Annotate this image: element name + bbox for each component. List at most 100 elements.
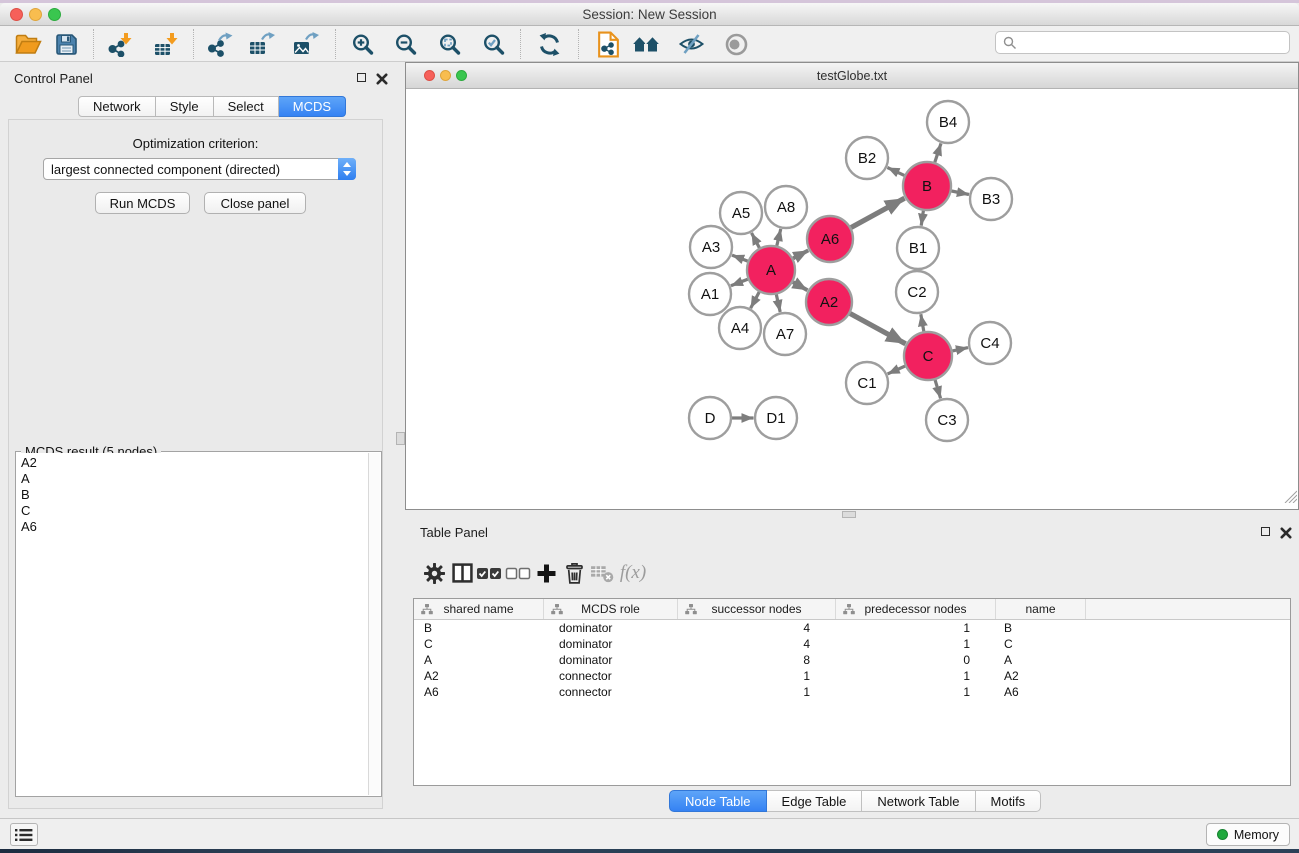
graph-node-B4[interactable]: B4 [927, 101, 969, 143]
graph-edge-B-B2[interactable] [887, 168, 904, 176]
optimization-criterion-select[interactable]: largest connected component (directed) [43, 158, 356, 180]
table-tab-motifs[interactable]: Motifs [976, 790, 1042, 812]
table-cell-successor-nodes[interactable]: 8 [678, 652, 836, 668]
import-table-icon[interactable] [151, 30, 181, 58]
graph-node-A1[interactable]: A1 [689, 273, 731, 315]
table-tab-node-table[interactable]: Node Table [669, 790, 767, 812]
table-cell-shared-name[interactable]: C [414, 636, 544, 652]
delete-column-trash-icon[interactable] [561, 560, 587, 586]
run-mcds-button[interactable]: Run MCDS [95, 192, 190, 214]
control-panel-float-icon[interactable] [357, 73, 366, 82]
graph-node-A8[interactable]: A8 [765, 186, 807, 228]
table-row[interactable]: A6connector11A6 [414, 684, 1290, 700]
table-cell-successor-nodes[interactable]: 1 [678, 684, 836, 700]
table-cell-predecessor-nodes[interactable]: 1 [836, 684, 996, 700]
table-cell-mcds-role[interactable]: dominator [544, 636, 678, 652]
graph-node-A2[interactable]: A2 [806, 279, 852, 325]
table-cell-mcds-role[interactable]: connector [544, 668, 678, 684]
table-cell-shared-name[interactable]: B [414, 620, 544, 636]
graph-node-B2[interactable]: B2 [846, 137, 888, 179]
graph-node-C[interactable]: C [904, 332, 952, 380]
control-tab-network[interactable]: Network [78, 96, 156, 117]
create-column-plus-icon[interactable] [533, 560, 559, 586]
deselect-all-columns-icon[interactable] [505, 560, 531, 586]
graph-edge-A2-C[interactable] [850, 314, 906, 344]
graph-edge-B-B1[interactable] [921, 211, 923, 226]
table-cell-mcds-role[interactable]: connector [544, 684, 678, 700]
table-cell-name[interactable]: A2 [996, 668, 1086, 684]
table-panel-close-icon[interactable] [1280, 526, 1292, 538]
graph-node-A5[interactable]: A5 [720, 192, 762, 234]
graph-node-A7[interactable]: A7 [764, 313, 806, 355]
home-icon[interactable] [631, 30, 661, 58]
table-cell-predecessor-nodes[interactable]: 1 [836, 620, 996, 636]
mcds-result-item[interactable]: A2 [17, 455, 368, 471]
table-cell-successor-nodes[interactable]: 4 [678, 636, 836, 652]
select-all-columns-icon[interactable] [476, 560, 502, 586]
table-cell-name[interactable]: B [996, 620, 1086, 636]
graph-node-A[interactable]: A [747, 246, 795, 294]
table-row[interactable]: Bdominator41B [414, 620, 1290, 636]
graph-node-C1[interactable]: C1 [846, 362, 888, 404]
import-network-icon[interactable] [105, 30, 135, 58]
column-header-predecessor-nodes[interactable]: predecessor nodes [836, 599, 996, 619]
table-cell-predecessor-nodes[interactable]: 1 [836, 668, 996, 684]
mcds-result-list[interactable]: A2ABCA6 [17, 453, 368, 795]
refresh-icon[interactable] [534, 30, 564, 58]
graph-edge-A-A3[interactable] [732, 255, 748, 261]
mcds-result-item[interactable]: B [17, 487, 368, 503]
table-cell-name[interactable]: C [996, 636, 1086, 652]
graph-edge-B-B4[interactable] [935, 143, 941, 162]
memory-button[interactable]: Memory [1206, 823, 1290, 846]
graph-edge-C-C1[interactable] [888, 366, 906, 374]
vertical-splitter-grip[interactable] [396, 432, 405, 445]
search-input[interactable] [1022, 36, 1289, 50]
graph-edge-A6-B[interactable] [851, 198, 905, 227]
zoom-selected-icon[interactable] [478, 30, 508, 58]
close-panel-button[interactable]: Close panel [204, 192, 306, 214]
hide-labels-icon[interactable] [676, 30, 706, 58]
mcds-result-scrollbar[interactable] [368, 453, 380, 795]
export-table-icon[interactable] [246, 30, 276, 58]
graph-node-B3[interactable]: B3 [970, 178, 1012, 220]
graph-node-D1[interactable]: D1 [755, 397, 797, 439]
graph-node-A6[interactable]: A6 [807, 216, 853, 262]
zoom-in-icon[interactable] [347, 30, 377, 58]
task-history-button[interactable] [10, 823, 38, 846]
column-header-mcds-role[interactable]: MCDS role [544, 599, 678, 619]
graph-node-A4[interactable]: A4 [719, 307, 761, 349]
graph-edge-A-A8[interactable] [777, 229, 781, 246]
table-cell-mcds-role[interactable]: dominator [544, 652, 678, 668]
table-cell-successor-nodes[interactable]: 4 [678, 620, 836, 636]
new-session-from-network-icon[interactable] [593, 30, 623, 58]
graph-node-C4[interactable]: C4 [969, 322, 1011, 364]
show-column-panel-icon[interactable] [449, 560, 475, 586]
graph-edge-A-A7[interactable] [776, 294, 780, 312]
graph-edge-A-A5[interactable] [752, 233, 760, 248]
export-network-icon[interactable] [204, 30, 234, 58]
save-session-icon[interactable] [51, 30, 81, 58]
table-cell-shared-name[interactable]: A2 [414, 668, 544, 684]
graph-node-C3[interactable]: C3 [926, 399, 968, 441]
table-settings-gear-icon[interactable] [421, 560, 447, 586]
search-box[interactable] [995, 31, 1290, 54]
table-cell-mcds-role[interactable]: dominator [544, 620, 678, 636]
graph-node-A3[interactable]: A3 [690, 226, 732, 268]
column-header-shared-name[interactable]: shared name [414, 599, 544, 619]
table-cell-successor-nodes[interactable]: 1 [678, 668, 836, 684]
export-image-icon[interactable] [290, 30, 320, 58]
table-row[interactable]: Cdominator41C [414, 636, 1290, 652]
graph-edge-A-A1[interactable] [731, 279, 748, 286]
control-panel-close-icon[interactable] [376, 72, 388, 84]
table-cell-shared-name[interactable]: A [414, 652, 544, 668]
horizontal-splitter-grip[interactable] [842, 511, 856, 518]
mcds-result-item[interactable]: C [17, 503, 368, 519]
table-cell-name[interactable]: A [996, 652, 1086, 668]
window-resize-grip-icon[interactable] [1284, 490, 1297, 508]
table-cell-predecessor-nodes[interactable]: 1 [836, 636, 996, 652]
table-panel-float-icon[interactable] [1261, 527, 1270, 536]
network-window-titlebar[interactable]: testGlobe.txt [406, 63, 1298, 89]
graph-node-B[interactable]: B [903, 162, 951, 210]
table-row[interactable]: Adominator80A [414, 652, 1290, 668]
graph-node-C2[interactable]: C2 [896, 271, 938, 313]
